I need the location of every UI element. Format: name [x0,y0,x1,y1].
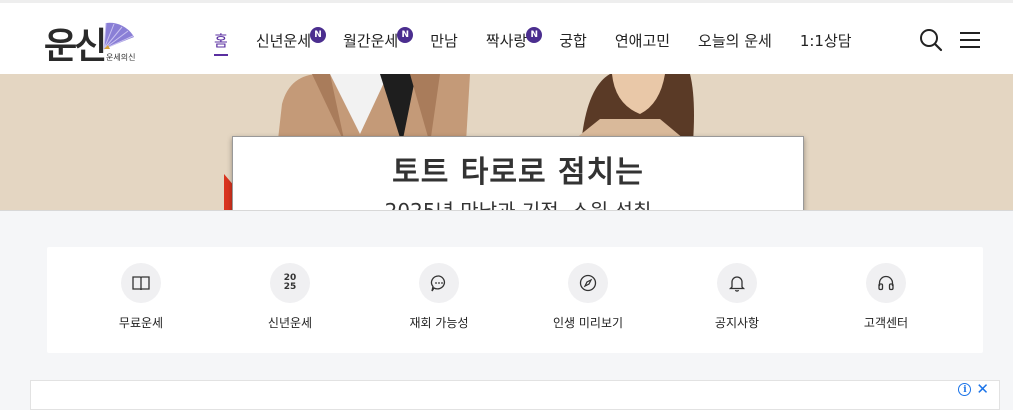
nav-love-advice[interactable]: 연애고민 [615,30,670,52]
quick-menu-label: 무료운세 [118,316,164,330]
compass-icon [568,263,608,303]
nav-compatibility[interactable]: 궁합 [559,30,587,52]
ad-controls: i ✕ [958,382,989,397]
quick-menu-reunion[interactable]: 재회 가능성 [379,263,499,331]
main-nav: 홈 신년운세 N 월간운세 N 만남 짝사랑 N 궁합 연애고민 오늘의 운세 1:1… [214,27,880,56]
nav-crush[interactable]: 짝사랑 N [485,27,543,52]
chat-bubble-icon [419,263,459,303]
ad-banner[interactable]: i ✕ [30,380,1000,410]
nav-label: 짝사랑 [485,32,528,50]
hamburger-menu-icon[interactable] [957,27,983,53]
banner-title: 토트 타로로 점치는 [392,155,644,190]
logo-wordmark: 운신 [44,25,107,67]
year-2025-icon: 20 25 [270,263,310,303]
book-icon [121,263,161,303]
nav-consultation[interactable]: 1:1상담 [800,30,852,52]
new-badge: N [310,27,327,43]
nav-label: 연애고민 [614,32,671,50]
site-logo[interactable]: 운신 운세의신 [44,15,144,67]
new-badge: N [526,27,543,43]
icon-text-bottom: 25 [283,282,297,292]
nav-label: 1:1상담 [799,32,852,50]
site-header: 운신 운세의신 홈 신년운세 N 월간운세 N 만남 짝사랑 N 궁합 연애고민 오늘… [0,0,1013,74]
nav-label: 월간운세 [343,32,399,50]
quick-menu-label: 공지사항 [714,316,760,330]
nav-label: 오늘의 운세 [698,32,772,50]
ad-info-icon[interactable]: i [958,383,972,396]
new-badge: N [397,27,414,43]
quick-menu-label: 재회 가능성 [409,316,469,330]
nav-today-fortune[interactable]: 오늘의 운세 [698,30,772,52]
banner-card: 토트 타로로 점치는 2025년 만남과 기적, 소원 성취 [232,136,804,211]
nav-label: 홈 [214,32,228,50]
nav-label: 궁합 [559,32,587,50]
fan-icon [103,22,134,50]
nav-label: 만남 [430,32,458,50]
quick-menu-customer-center[interactable]: 고객센터 [826,263,946,331]
quick-menu-new-year[interactable]: 20 25 신년운세 [230,263,350,331]
banner-subtitle: 2025년 만남과 기적, 소원 성취 [384,199,652,211]
nav-monthly-fortune[interactable]: 월간운세 N [343,27,414,52]
quick-menu-life-preview[interactable]: 인생 미리보기 [528,263,648,331]
nav-label: 신년운세 [255,32,312,50]
quick-menu-label: 신년운세 [267,316,313,330]
hero-banner[interactable]: 토트 타로로 점치는 2025년 만남과 기적, 소원 성취 [0,74,1013,211]
quick-menu-notice[interactable]: 공지사항 [677,263,797,331]
nav-home[interactable]: 홈 [214,30,228,56]
quick-menu-free-fortune[interactable]: 무료운세 [81,263,201,331]
quick-menu-label: 고객센터 [863,316,909,330]
ad-close-icon[interactable]: ✕ [976,382,989,397]
quick-menu-label: 인생 미리보기 [552,316,624,330]
logo-subtext: 운세의신 [106,53,136,62]
quick-menu: 무료운세 20 25 신년운세 재회 가능성 인생 미리보기 공지사항 고객센터 [47,247,983,353]
nav-meeting[interactable]: 만남 [430,30,458,52]
headphones-icon [866,263,906,303]
bell-icon [717,263,757,303]
search-icon[interactable] [918,27,944,53]
nav-new-year-fortune[interactable]: 신년운세 N [255,27,327,52]
